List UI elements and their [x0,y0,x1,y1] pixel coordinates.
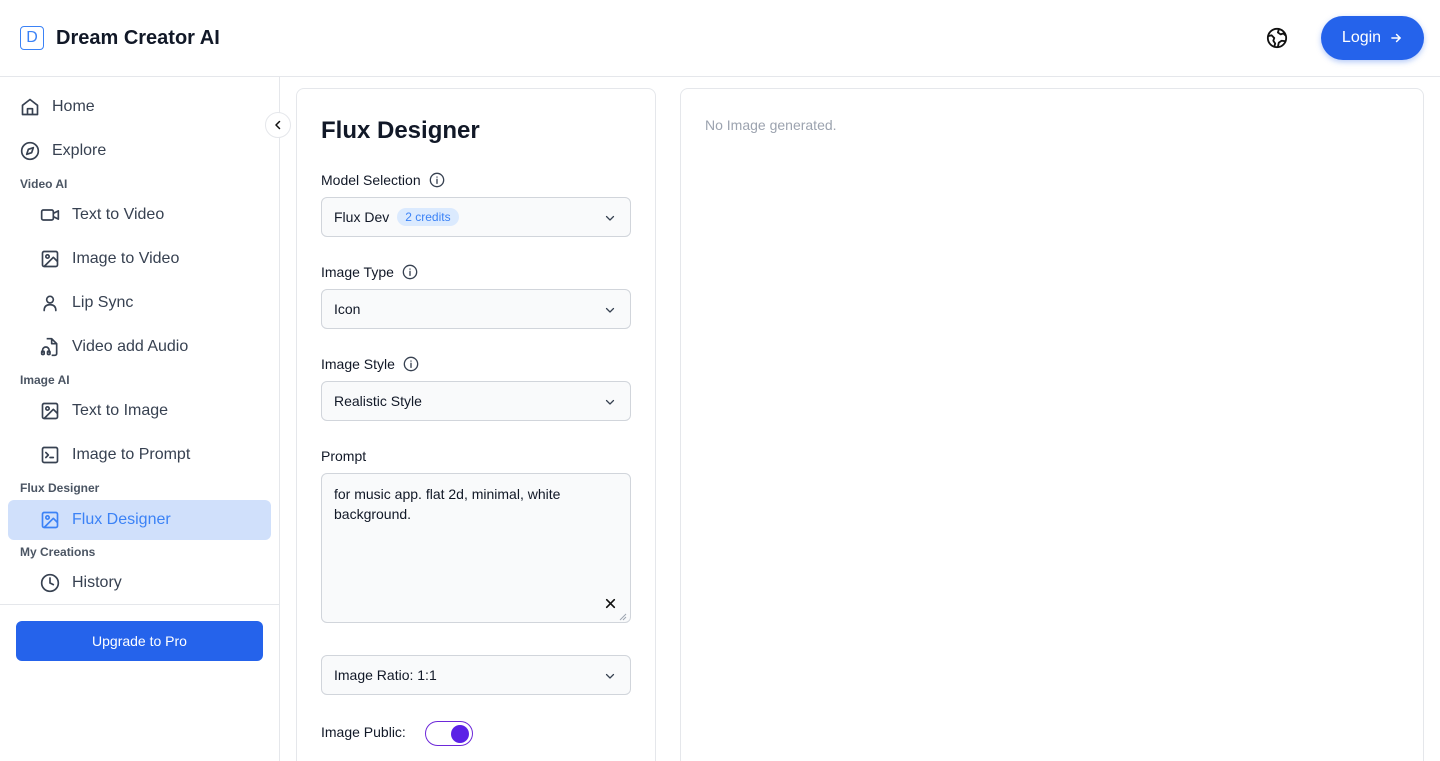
empty-result-text: No Image generated. [705,117,837,133]
model-selection-label: Model Selection [321,172,445,188]
sidebar-divider [0,604,279,605]
sidebar-item-label: Flux Designer [72,511,171,528]
section-label-video-ai: Video AI [20,177,68,191]
image-ratio-select[interactable]: Image Ratio: 1:1 [321,655,631,695]
info-icon[interactable] [403,356,419,372]
sidebar-item-label: Image to Video [72,250,180,267]
sidebar-item-history[interactable]: History [8,563,271,603]
chevron-down-icon [605,307,615,313]
sidebar-item-label: Lip Sync [72,294,134,311]
user-icon [40,293,60,313]
close-icon [605,598,615,608]
image-style-label: Image Style [321,356,419,372]
section-label-flux-designer: Flux Designer [20,481,100,495]
image-style-select-value: Realistic Style [334,393,422,409]
video-camera-icon [40,205,60,225]
flux-designer-form: Flux Designer Model Selection Flux Dev 2… [296,88,656,761]
sidebar-item-label: Home [52,98,95,115]
arrow-right-icon [1391,33,1401,43]
chevron-down-icon [605,399,615,405]
page-title: Flux Designer [321,117,480,144]
image-style-label-text: Image Style [321,356,395,372]
image-ratio-select-value: Image Ratio: 1:1 [334,667,437,683]
clear-prompt-button[interactable] [602,595,618,611]
language-button[interactable] [1265,26,1289,50]
image-icon [40,510,60,530]
upgrade-to-pro-button[interactable]: Upgrade to Pro [16,621,263,661]
sidebar-item-image-to-prompt[interactable]: Image to Prompt [8,435,271,475]
sidebar-item-lip-sync[interactable]: Lip Sync [8,283,271,323]
info-icon[interactable] [402,264,418,280]
sidebar-item-text-to-video[interactable]: Text to Video [8,195,271,235]
prompt-label: Prompt [321,448,367,464]
credits-badge: 2 credits [397,208,459,226]
collapse-sidebar-button[interactable] [265,112,291,138]
model-selection-label-text: Model Selection [321,172,421,188]
login-button[interactable]: Login [1321,16,1424,60]
terminal-icon [40,445,60,465]
section-label-image-ai: Image AI [20,373,70,387]
app-header: D Dream Creator AI Login [0,0,1440,77]
sidebar-item-explore[interactable]: Explore [8,131,271,171]
model-select[interactable]: Flux Dev 2 credits [321,197,631,237]
sidebar-item-label: Text to Image [72,402,169,419]
chevron-left-icon [275,120,281,130]
image-style-select[interactable]: Realistic Style [321,381,631,421]
chevron-down-icon [605,215,615,221]
sidebar-item-label: Image to Prompt [72,446,191,463]
image-type-label-text: Image Type [321,264,394,280]
image-icon [40,249,60,269]
resize-grip-icon[interactable] [619,613,627,621]
sidebar-item-image-to-video[interactable]: Image to Video [8,239,271,279]
image-type-select[interactable]: Icon [321,289,631,329]
compass-icon [20,141,40,161]
home-icon [20,97,40,117]
sidebar: Home Explore Video AI Text to Video Imag… [0,77,280,761]
model-select-value: Flux Dev [334,209,390,225]
login-label: Login [1341,29,1382,46]
section-label-my-creations: My Creations [20,545,96,559]
toggle-knob [451,724,469,743]
app-title[interactable]: Dream Creator AI [56,26,220,50]
image-type-label: Image Type [321,264,418,280]
chevron-down-icon [605,673,615,679]
file-audio-icon [40,337,60,357]
sidebar-item-home[interactable]: Home [8,87,271,127]
sidebar-item-label: Video add Audio [72,338,189,355]
info-icon[interactable] [429,172,445,188]
sidebar-item-label: History [72,574,122,591]
result-panel: No Image generated. [680,88,1424,761]
logo[interactable]: D [20,26,44,50]
image-type-select-value: Icon [334,301,361,317]
sidebar-item-label: Explore [52,142,107,159]
image-public-label: Image Public: [321,724,406,740]
globe-icon [1266,27,1288,49]
image-icon [40,401,60,421]
sidebar-item-label: Text to Video [72,206,165,223]
sidebar-item-text-to-image[interactable]: Text to Image [8,391,271,431]
prompt-textarea[interactable]: for music app. flat 2d, minimal, white b… [321,473,631,623]
sidebar-item-flux-designer[interactable]: Flux Designer [8,500,271,540]
clock-icon [40,573,60,593]
image-public-toggle[interactable] [425,721,473,746]
sidebar-item-video-add-audio[interactable]: Video add Audio [8,327,271,367]
